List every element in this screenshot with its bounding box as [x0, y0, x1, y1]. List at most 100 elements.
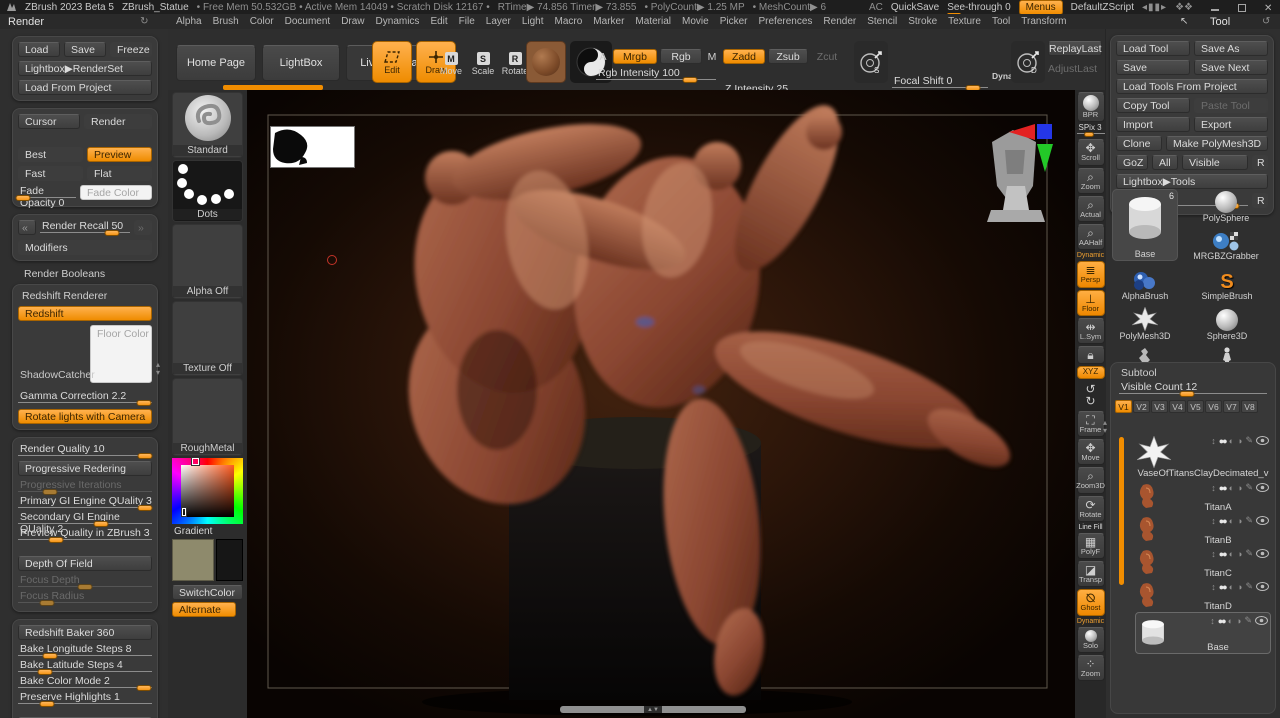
bake-latitude-slider[interactable]: Bake Latitude Steps 4: [18, 659, 152, 675]
list-icon[interactable]: ↕: [1211, 483, 1216, 493]
floor-button[interactable]: ⊥Floor: [1077, 290, 1105, 316]
render-button[interactable]: Render: [84, 114, 152, 129]
eye-icon[interactable]: [1256, 516, 1269, 525]
menu-preferences[interactable]: Preferences: [758, 16, 812, 27]
brush-icon[interactable]: ✎: [1244, 615, 1252, 626]
eye-icon[interactable]: [1256, 483, 1269, 492]
menu-texture[interactable]: Texture: [948, 16, 981, 27]
move-3d-button[interactable]: ✥Move: [1077, 439, 1105, 465]
stroke-selector[interactable]: Dots: [172, 160, 243, 222]
tool-thumb-base-big[interactable]: 6 Base: [1112, 189, 1178, 261]
list-icon[interactable]: ↕: [1211, 582, 1216, 592]
color-picker[interactable]: [172, 458, 243, 524]
rgb-toggle[interactable]: Rgb: [660, 49, 702, 64]
material-selector[interactable]: RoughMetal: [172, 378, 243, 456]
preserve-highlights-slider[interactable]: Preserve Highlights 1: [18, 691, 152, 707]
zoom3d-button[interactable]: ⌕Zoom3D: [1077, 467, 1105, 493]
subtool-scrollbar[interactable]: [1119, 437, 1124, 585]
solo-button[interactable]: Solo: [1077, 627, 1105, 653]
current-material-button[interactable]: [526, 41, 566, 83]
bake-color-mode-slider[interactable]: Bake Color Mode 2: [18, 675, 152, 691]
scrollbar-arrows-icon[interactable]: ▲▼: [644, 706, 662, 713]
m-toggle[interactable]: M: [705, 49, 719, 64]
primary-gi-slider[interactable]: Primary GI Engine QUality 3: [18, 495, 152, 511]
rgb-intensity-slider[interactable]: Rgb Intensity 100: [596, 67, 716, 83]
brush-icon[interactable]: ✎: [1245, 581, 1253, 592]
alpha-selector[interactable]: Alpha Off: [172, 224, 243, 299]
texture-selector[interactable]: Texture Off: [172, 301, 243, 376]
sv-cursor[interactable]: [182, 508, 186, 516]
secondary-gi-slider[interactable]: Secondary GI Engine QUality 2: [18, 511, 152, 527]
ghost-button[interactable]: ⦰Ghost: [1077, 589, 1105, 615]
polypaint-toggle[interactable]: ●●: [1219, 582, 1226, 592]
flat-button[interactable]: Flat: [87, 166, 152, 181]
focus-radius-slider[interactable]: Focus Radius: [18, 590, 152, 606]
menu-transform[interactable]: Transform: [1021, 16, 1066, 27]
menus-button[interactable]: Menus: [1019, 0, 1063, 15]
polyf-button[interactable]: ▦PolyF: [1077, 533, 1105, 559]
tab-v6[interactable]: V6: [1205, 400, 1222, 413]
menu-file[interactable]: File: [459, 16, 475, 27]
list-icon[interactable]: ↕: [1211, 549, 1216, 559]
focus-depth-slider[interactable]: Focus Depth: [18, 574, 152, 590]
focal-shift-slider[interactable]: Focal Shift 0: [892, 75, 988, 91]
tab-v5[interactable]: V5: [1187, 400, 1204, 413]
tool-thumb-polysphere[interactable]: PolySphere: [1184, 189, 1268, 223]
polypaint-toggle[interactable]: ●●: [1219, 549, 1226, 559]
menu-movie[interactable]: Movie: [682, 16, 709, 27]
preview-button[interactable]: Preview: [87, 147, 152, 162]
render-recall-slider[interactable]: Render Recall 50: [40, 220, 130, 236]
menu-light[interactable]: Light: [522, 16, 544, 27]
floor-color-swatch[interactable]: Floor Color: [90, 325, 152, 383]
subtool-title[interactable]: Subtool: [1121, 367, 1275, 379]
menu-picker[interactable]: Picker: [720, 16, 748, 27]
zscript-label[interactable]: DefaultZScript: [1071, 2, 1134, 13]
sv-square[interactable]: [181, 465, 234, 517]
save-as-button[interactable]: Save As: [1194, 41, 1268, 56]
xyz-button[interactable]: XYZ: [1077, 366, 1105, 379]
tool-thumb-alphabrush[interactable]: AlphaBrush: [1106, 265, 1184, 301]
tool-refresh-icon[interactable]: ↺: [1262, 16, 1270, 27]
menu-brush[interactable]: Brush: [213, 16, 239, 27]
zsub-toggle[interactable]: Zsub: [768, 49, 808, 64]
tab-v8[interactable]: V8: [1241, 400, 1258, 413]
subtool-row-titanb[interactable]: ↕●●◐◑✎ TitanB: [1135, 513, 1271, 546]
quicksave-button[interactable]: QuickSave: [891, 2, 939, 13]
export-button[interactable]: Export: [1194, 117, 1268, 132]
adjust-last-button[interactable]: AdjustLast: [1048, 61, 1102, 76]
menu-render[interactable]: Render: [823, 16, 856, 27]
menu-tool[interactable]: Tool: [992, 16, 1010, 27]
hue-cursor[interactable]: [192, 458, 199, 465]
eye-icon[interactable]: [1256, 549, 1269, 558]
make-polymesh3d-button[interactable]: Make PolyMesh3D: [1166, 136, 1268, 151]
redshift-baker-button[interactable]: Redshift Baker 360: [18, 625, 152, 640]
goz-all-button[interactable]: All: [1152, 155, 1178, 170]
tab-v4[interactable]: V4: [1169, 400, 1186, 413]
local-button[interactable]: 🔒︎: [1077, 346, 1105, 364]
tool-thumb-polymesh3d[interactable]: PolyMesh3D: [1106, 303, 1184, 341]
load-from-project-button[interactable]: Load From Project: [18, 80, 152, 95]
gradient-label[interactable]: Gradient: [174, 526, 247, 537]
rotate-lights-button[interactable]: Rotate lights with Camera: [18, 409, 152, 424]
half-toggle[interactable]: ◑: [1236, 616, 1241, 626]
brush-selector[interactable]: Standard: [172, 92, 243, 158]
list-icon[interactable]: ↕: [1211, 436, 1216, 446]
brush-icon[interactable]: ✎: [1245, 548, 1253, 559]
alpha-preview-thumbnail[interactable]: [270, 126, 355, 168]
uv-toggle[interactable]: ◐: [1229, 436, 1234, 446]
brush-icon[interactable]: ✎: [1245, 482, 1253, 493]
uv-toggle[interactable]: ◐: [1229, 483, 1234, 493]
subtool-row-base-selected[interactable]: ↕●●◐◑✎ Base: [1135, 612, 1271, 654]
subtool-row-titana[interactable]: ↕●●◐◑✎ TitanA: [1135, 480, 1271, 513]
menu-layer[interactable]: Layer: [486, 16, 511, 27]
subtool-row-vase[interactable]: ↕●●◐◑✎ VaseOfTitansClayDecimated_v: [1135, 433, 1271, 479]
polypaint-toggle[interactable]: ●●: [1219, 436, 1226, 446]
move-button[interactable]: M Move: [436, 45, 466, 83]
eye-icon[interactable]: [1255, 616, 1268, 625]
load-button[interactable]: Load: [18, 42, 60, 57]
tool-thumb-mrgbzgrabber[interactable]: MRGBZGrabber: [1184, 225, 1268, 261]
eye-icon[interactable]: [1256, 582, 1269, 591]
tool-thumb-simplebrush[interactable]: S SimpleBrush: [1186, 265, 1268, 301]
menu-stencil[interactable]: Stencil: [867, 16, 897, 27]
switchcolor-button[interactable]: SwitchColor: [172, 585, 243, 600]
